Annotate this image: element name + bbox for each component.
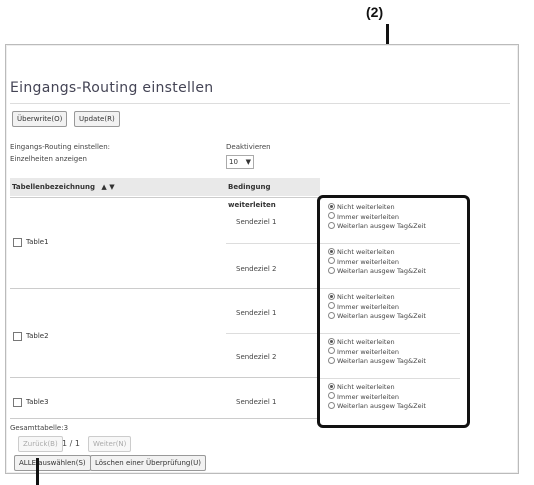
radio-label: Nicht weiterleiten (337, 248, 395, 256)
forwarding-condition-highlight: Nicht weiterleiten Immer weiterleiten We… (317, 195, 470, 428)
radio-option[interactable]: Nicht weiterleiten (328, 202, 462, 213)
radio-icon (328, 257, 335, 264)
row-divider (10, 288, 318, 289)
radio-selected-icon (328, 292, 335, 300)
select-all-button[interactable]: ALLE auswählen(S) (14, 455, 91, 471)
radio-selected-icon (328, 247, 335, 255)
table-name-table1: Table1 (26, 238, 49, 246)
radio-icon (328, 392, 335, 399)
next-page-button[interactable]: Weiter(N) (88, 436, 132, 452)
title-divider (10, 103, 510, 104)
radio-option[interactable]: Nicht weiterleiten (328, 247, 462, 258)
radio-icon (328, 401, 335, 409)
radio-label: Immer weiterleiten (337, 302, 399, 311)
page-title: Eingangs-Routing einstellen (10, 80, 214, 96)
destination-divider (226, 243, 318, 244)
radio-option[interactable]: Immer weiterleiten (328, 392, 462, 403)
radio-group-table1-dest2: Nicht weiterleiten Immer weiterleiten We… (328, 247, 462, 277)
radio-group-table1-dest1: Nicht weiterleiten Immer weiterleiten We… (328, 202, 462, 232)
radio-label: Nicht weiterleiten (337, 338, 395, 346)
radio-selected-icon (328, 202, 335, 210)
radio-label: Weiterlan ausgew Tag&Zeit (337, 312, 426, 320)
radio-icon (328, 302, 335, 309)
prev-page-button[interactable]: Zurück(B) (18, 436, 63, 452)
callout-label: (2) (366, 4, 384, 20)
page-indicator: 1 / 1 (62, 439, 80, 448)
sort-icon[interactable]: ▲ ▼ (101, 183, 114, 191)
radio-group-divider (320, 378, 460, 379)
items-per-page-value: 10 (229, 158, 238, 166)
radio-option[interactable]: Nicht weiterleiten (328, 337, 462, 348)
radio-label: Immer weiterleiten (337, 347, 399, 356)
radio-selected-icon (328, 337, 335, 345)
radio-label: Nicht weiterleiten (337, 203, 395, 211)
destination-label: Sendeziel 1 (236, 398, 277, 406)
radio-group-table2-dest2: Nicht weiterleiten Immer weiterleiten We… (328, 337, 462, 367)
radio-label: Weiterlan ausgew Tag&Zeit (337, 357, 426, 365)
radio-icon (328, 212, 335, 219)
radio-icon (328, 347, 335, 354)
radio-label: Nicht weiterleiten (337, 383, 395, 391)
radio-option[interactable]: Weiterlan ausgew Tag&Zeit (328, 221, 462, 232)
destination-label: Sendeziel 1 (236, 218, 277, 226)
radio-option[interactable]: Immer weiterleiten (328, 347, 462, 358)
column-header-label: Tabellenbezeichnung (12, 183, 95, 191)
row-checkbox-table2[interactable] (13, 332, 22, 341)
column-header-condition: Bedingung weiterleiten (226, 178, 320, 209)
table-name-table2: Table2 (26, 332, 49, 340)
column-header-table-name[interactable]: Tabellenbezeichnung ▲ ▼ (10, 178, 226, 196)
callout-pointer-line (36, 458, 39, 485)
items-per-page-label: Einzelheiten anzeigen (10, 155, 87, 163)
radio-option[interactable]: Weiterlan ausgew Tag&Zeit (328, 266, 462, 277)
radio-label: Immer weiterleiten (337, 212, 399, 221)
total-tables-label: Gesamttabelle:3 (10, 424, 69, 432)
row-divider (10, 418, 318, 419)
row-checkbox-table1[interactable] (13, 238, 22, 247)
destination-divider (226, 333, 318, 334)
chevron-down-icon: ▼ (245, 158, 251, 166)
clear-checked-button[interactable]: Löschen einer Überprüfung(U) (90, 455, 206, 471)
radio-group-divider (320, 243, 460, 244)
radio-option[interactable]: Weiterlan ausgew Tag&Zeit (328, 401, 462, 412)
items-per-page-select[interactable]: 10 ▼ (226, 155, 254, 169)
radio-label: Weiterlan ausgew Tag&Zeit (337, 402, 426, 410)
radio-option[interactable]: Immer weiterleiten (328, 257, 462, 268)
radio-icon (328, 221, 335, 229)
radio-selected-icon (328, 382, 335, 390)
row-checkbox-table3[interactable] (13, 398, 22, 407)
destination-label: Sendeziel 2 (236, 265, 277, 273)
radio-group-divider (320, 288, 460, 289)
radio-option[interactable]: Nicht weiterleiten (328, 382, 462, 393)
routing-setting-label: Eingangs-Routing einstellen: (10, 143, 111, 151)
radio-group-table2-dest1: Nicht weiterleiten Immer weiterleiten We… (328, 292, 462, 322)
radio-option[interactable]: Immer weiterleiten (328, 302, 462, 313)
update-button[interactable]: Update(R) (74, 111, 120, 127)
routing-setting-value: Deaktivieren (226, 143, 271, 151)
destination-label: Sendeziel 1 (236, 309, 277, 317)
radio-label: Immer weiterleiten (337, 257, 399, 266)
radio-group-table3-dest1: Nicht weiterleiten Immer weiterleiten We… (328, 382, 462, 412)
radio-label: Weiterlan ausgew Tag&Zeit (337, 267, 426, 275)
row-divider (10, 377, 318, 378)
radio-group-divider (320, 333, 460, 334)
row-divider (10, 197, 318, 198)
radio-icon (328, 266, 335, 274)
radio-option[interactable]: Weiterlan ausgew Tag&Zeit (328, 356, 462, 367)
destination-label: Sendeziel 2 (236, 353, 277, 361)
table-name-table3: Table3 (26, 398, 49, 406)
overwrite-button[interactable]: Überwrite(O) (12, 111, 68, 127)
radio-icon (328, 356, 335, 364)
radio-label: Immer weiterleiten (337, 392, 399, 401)
radio-option[interactable]: Nicht weiterleiten (328, 292, 462, 303)
radio-option[interactable]: Immer weiterleiten (328, 212, 462, 223)
radio-icon (328, 311, 335, 319)
radio-option[interactable]: Weiterlan ausgew Tag&Zeit (328, 311, 462, 322)
radio-label: Nicht weiterleiten (337, 293, 395, 301)
radio-label: Weiterlan ausgew Tag&Zeit (337, 222, 426, 230)
